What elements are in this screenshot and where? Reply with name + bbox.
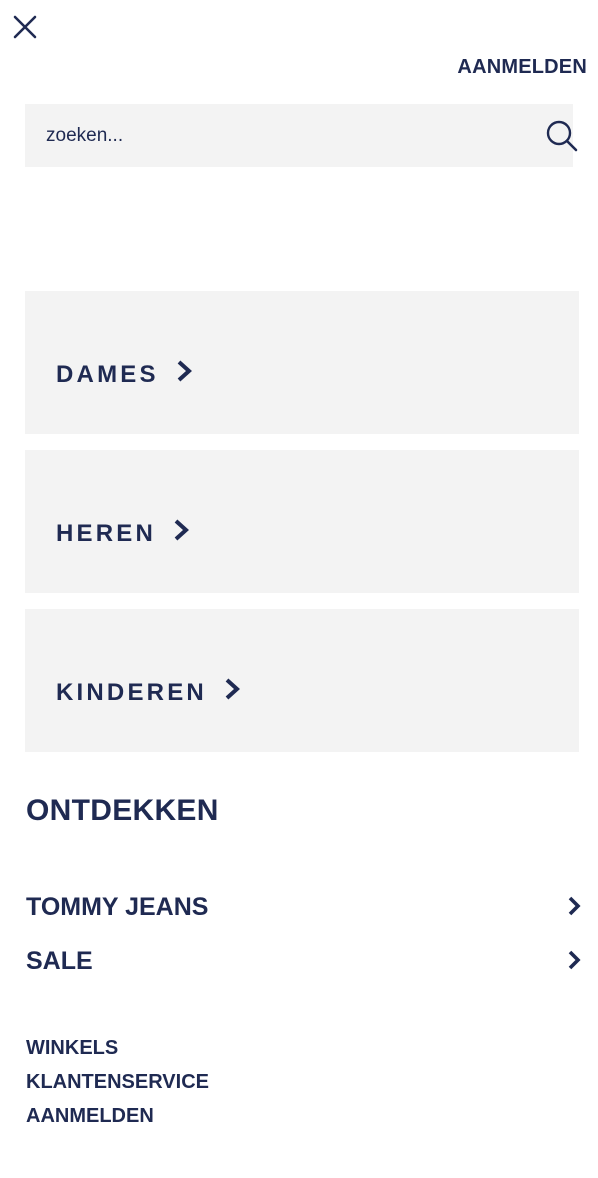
category-label-text: DAMES — [56, 361, 159, 388]
category-heren[interactable]: HEREN — [25, 450, 579, 593]
category-label-text: KINDEREN — [56, 679, 207, 706]
footer-link-aanmelden[interactable]: AANMELDEN — [26, 1105, 154, 1128]
section-title-ontdekken: ONTDEKKEN — [26, 794, 219, 827]
category-kinderen[interactable]: KINDEREN — [25, 609, 579, 752]
search-box — [25, 104, 578, 167]
chevron-right-icon — [225, 678, 240, 700]
discover-item-label: SALE — [26, 947, 93, 975]
category-label: DAMES — [56, 360, 193, 389]
chevron-right-icon — [568, 950, 581, 970]
close-button[interactable] — [10, 12, 40, 42]
chevron-right-icon — [174, 519, 190, 541]
discover-item-tommy-jeans[interactable]: TOMMY JEANS — [26, 889, 586, 925]
chevron-right-icon — [177, 360, 192, 382]
discover-item-sale[interactable]: SALE — [26, 943, 586, 979]
search-icon[interactable] — [545, 119, 579, 153]
category-dames[interactable]: DAMES — [25, 291, 579, 434]
footer-link-klantenservice[interactable]: KLANTENSERVICE — [26, 1071, 209, 1094]
category-label-text: HEREN — [56, 520, 157, 547]
footer-link-winkels[interactable]: WINKELS — [26, 1037, 118, 1060]
login-link[interactable]: AANMELDEN — [457, 56, 587, 79]
category-label: HEREN — [56, 519, 190, 548]
category-label: KINDEREN — [56, 678, 241, 707]
discover-item-label: TOMMY JEANS — [26, 893, 209, 921]
chevron-right-icon — [568, 896, 581, 916]
close-icon — [13, 15, 37, 39]
search-input[interactable] — [25, 104, 525, 167]
